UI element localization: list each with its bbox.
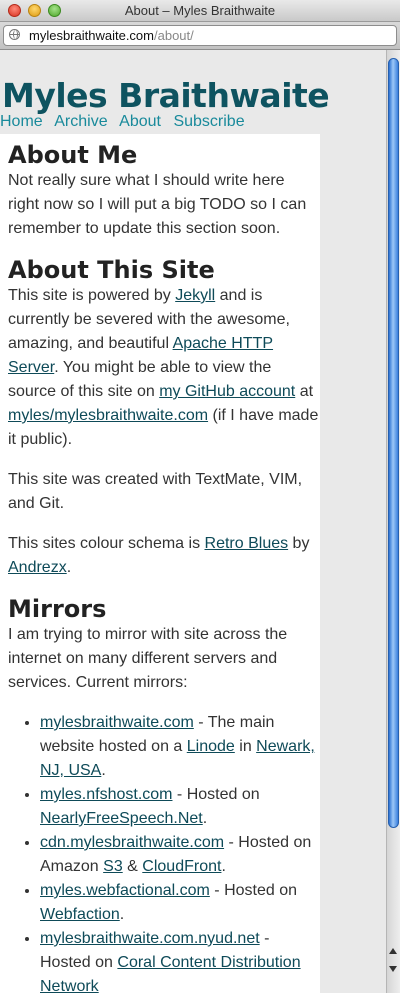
- repo-link[interactable]: myles/mylesbraithwaite.com: [8, 407, 208, 424]
- text-segment: &: [122, 858, 143, 875]
- about-me-text: Not really sure what I should write here…: [8, 172, 307, 237]
- mirrors-list: mylesbraithwaite.com - The main website …: [8, 711, 320, 993]
- text-segment: This site is powered by: [8, 287, 176, 304]
- nav-archive-link[interactable]: Archive: [54, 113, 107, 130]
- url-path: /about/: [154, 28, 194, 43]
- list-item: myles.nfshost.com - Hosted on NearlyFree…: [40, 783, 320, 831]
- s3-link[interactable]: S3: [103, 858, 123, 875]
- mirror-link[interactable]: mylesbraithwaite.com: [40, 714, 194, 731]
- mirror-link[interactable]: myles.webfactional.com: [40, 882, 210, 899]
- text-segment: in: [234, 738, 257, 755]
- vertical-scrollbar[interactable]: [386, 50, 400, 993]
- scroll-thumb[interactable]: [388, 58, 399, 828]
- text-segment: .: [202, 810, 208, 827]
- about-site-paragraph: This site is powered by Jekyll and is cu…: [8, 284, 320, 452]
- nav-about-link[interactable]: About: [119, 113, 161, 130]
- text-segment: .: [221, 858, 226, 875]
- url-text[interactable]: mylesbraithwaite.com/about/: [29, 26, 194, 45]
- url-field[interactable]: mylesbraithwaite.com/about/: [3, 25, 397, 46]
- window-title: About – Myles Braithwaite: [124, 3, 276, 18]
- main-content: About Me Not really sure what I should w…: [0, 134, 320, 993]
- scroll-up-arrow-icon[interactable]: [389, 948, 397, 954]
- mirror-link[interactable]: myles.nfshost.com: [40, 786, 172, 803]
- nav-subscribe-link[interactable]: Subscribe: [173, 113, 244, 130]
- list-item: mylesbraithwaite.com.nyud.net - Hosted o…: [40, 927, 320, 993]
- globe-icon: [9, 29, 20, 40]
- mirrors-heading: Mirrors: [8, 595, 107, 623]
- mirrors-intro: I am trying to mirror with site across t…: [8, 626, 288, 691]
- tools-paragraph: This site was created with TextMate, VIM…: [8, 471, 303, 512]
- nearlyfreespeech-link[interactable]: NearlyFreeSpeech.Net: [40, 810, 203, 827]
- list-item: cdn.mylesbraithwaite.com - Hosted on Ama…: [40, 831, 320, 879]
- retro-blues-link[interactable]: Retro Blues: [205, 535, 289, 552]
- window-titlebar: About – Myles Braithwaite: [0, 0, 400, 22]
- text-segment: at: [295, 383, 314, 400]
- text-segment: - Hosted on: [172, 786, 260, 803]
- text-segment: This sites colour schema is: [8, 535, 205, 552]
- colour-schema-paragraph: This sites colour schema is Retro Blues …: [8, 532, 320, 580]
- nav-home-link[interactable]: Home: [0, 113, 43, 130]
- about-site-heading: About This Site: [8, 256, 215, 284]
- list-item: myles.webfactional.com - Hosted on Webfa…: [40, 879, 320, 927]
- site-title[interactable]: Myles Braithwaite: [2, 76, 330, 115]
- page-viewport: Myles Braithwaite Home Archive About Sub…: [0, 50, 386, 993]
- cloudfront-link[interactable]: CloudFront: [142, 858, 221, 875]
- list-item: mylesbraithwaite.com - The main website …: [40, 711, 320, 783]
- scroll-down-arrow-icon[interactable]: [389, 966, 397, 972]
- url-host: mylesbraithwaite.com: [29, 28, 154, 43]
- site-nav: Home Archive About Subscribe: [0, 113, 253, 131]
- text-segment: .: [101, 762, 106, 779]
- text-segment: .: [119, 906, 125, 923]
- about-me-heading: About Me: [8, 141, 138, 169]
- text-segment: by: [288, 535, 310, 552]
- address-bar: mylesbraithwaite.com/about/: [0, 22, 400, 50]
- mirror-link[interactable]: cdn.mylesbraithwaite.com: [40, 834, 224, 851]
- linode-link[interactable]: Linode: [187, 738, 235, 755]
- webfaction-link[interactable]: Webfaction: [40, 906, 120, 923]
- andrezx-link[interactable]: Andrezx: [8, 559, 67, 576]
- mirror-link[interactable]: mylesbraithwaite.com.nyud.net: [40, 930, 260, 947]
- jekyll-link[interactable]: Jekyll: [175, 287, 215, 304]
- text-segment: .: [66, 559, 72, 576]
- text-segment: - Hosted on: [209, 882, 297, 899]
- github-account-link[interactable]: my GitHub account: [159, 383, 295, 400]
